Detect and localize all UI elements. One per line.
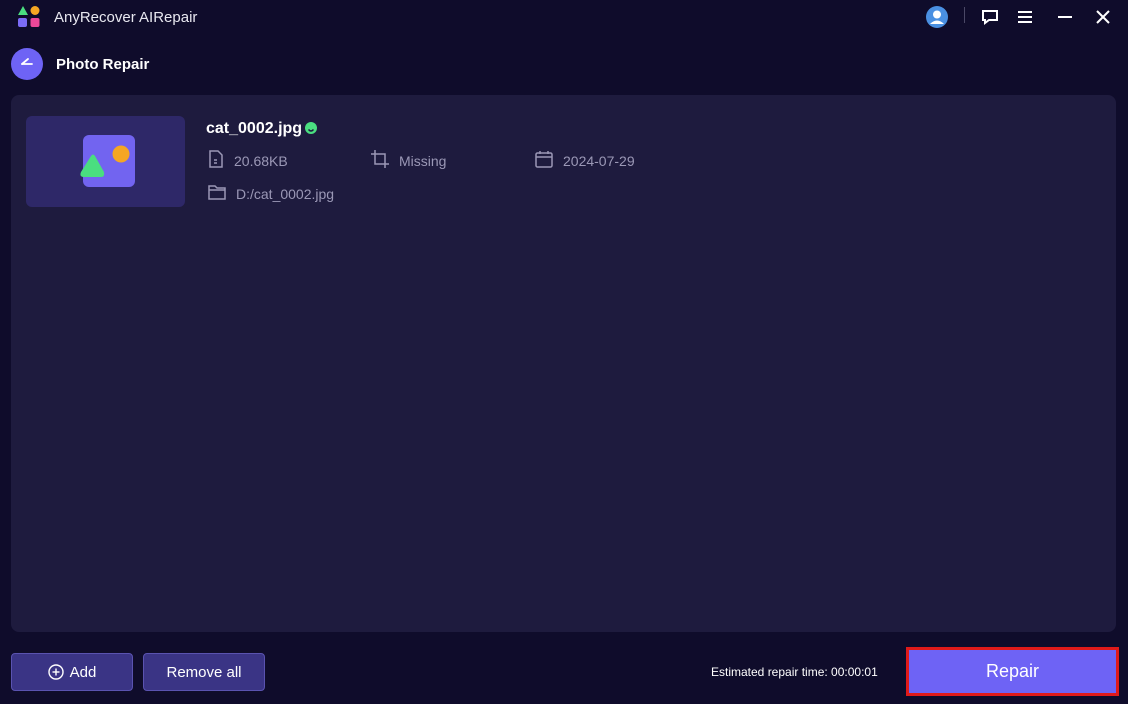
file-size-icon	[208, 150, 234, 171]
back-button[interactable]	[11, 48, 43, 80]
repair-button[interactable]: Repair	[909, 650, 1116, 693]
file-path: D:/cat_0002.jpg	[208, 184, 334, 203]
page-title: Photo Repair	[56, 56, 150, 73]
add-button[interactable]: Add	[11, 653, 133, 691]
user-account-icon[interactable]	[925, 5, 949, 29]
feedback-icon[interactable]	[978, 5, 1002, 29]
calendar-icon	[535, 150, 563, 171]
file-size: 20.68KB	[208, 150, 288, 171]
file-name: cat_0002.jpg	[206, 120, 303, 137]
repair-button-highlight: Repair	[906, 647, 1119, 696]
menu-icon[interactable]	[1013, 5, 1037, 29]
app-title: AnyRecover AIRepair	[54, 9, 198, 26]
folder-icon	[208, 184, 236, 203]
remove-all-button[interactable]: Remove all	[143, 653, 265, 691]
file-date-value: 2024-07-29	[563, 152, 635, 169]
add-button-label: Add	[69, 663, 97, 681]
file-list-item[interactable]: cat_0002.jpg 20.68KB Missing 2024-07-29 …	[26, 116, 1101, 208]
status-ok-icon	[305, 122, 317, 134]
title-bar: AnyRecover AIRepair	[0, 0, 1128, 34]
title-bar-divider	[964, 7, 965, 23]
app-window: AnyRecover AIRepair Photo Repair cat_000…	[0, 0, 1128, 704]
file-list-panel: cat_0002.jpg 20.68KB Missing 2024-07-29 …	[11, 95, 1116, 632]
anyrecover-logo-icon	[17, 5, 41, 29]
remove-all-button-label: Remove all	[166, 663, 242, 681]
file-date: 2024-07-29	[535, 150, 635, 171]
estimated-repair-time: Estimated repair time: 00:00:01	[711, 665, 878, 679]
file-size-value: 20.68KB	[234, 152, 288, 169]
file-thumbnail	[26, 116, 185, 207]
plus-circle-icon	[47, 664, 64, 680]
file-resolution-value: Missing	[399, 152, 447, 169]
file-resolution: Missing	[371, 150, 446, 171]
crop-icon	[371, 150, 399, 171]
file-path-value: D:/cat_0002.jpg	[236, 185, 335, 202]
minimize-icon[interactable]	[1053, 5, 1077, 29]
close-icon[interactable]	[1091, 5, 1115, 29]
back-arrow-icon	[19, 54, 35, 75]
